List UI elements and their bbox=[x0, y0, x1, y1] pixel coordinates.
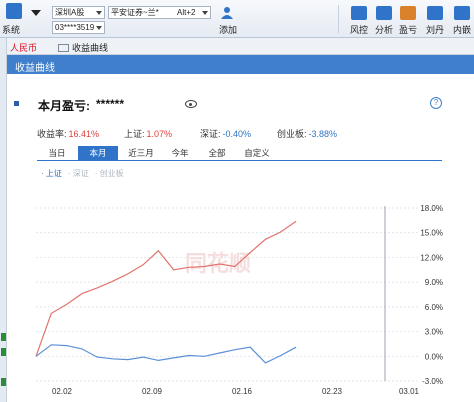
y-tick-label: 9.0% bbox=[425, 278, 443, 287]
toolbar-button-label: 风控 bbox=[349, 25, 368, 35]
profit-line-chart: 18.0% 15.0% 12.0% 9.0% 6.0% 3.0% 0.0% -3.0% 02.0… bbox=[35, 204, 443, 396]
stat-label: 收益率: bbox=[37, 129, 67, 139]
legend-item[interactable]: · 上证 bbox=[41, 169, 62, 178]
chevron-down-icon bbox=[96, 26, 102, 30]
y-tick-label: -3.0% bbox=[422, 377, 443, 386]
month-pnl-value: ****** bbox=[96, 97, 125, 111]
main-toolbar: 系统 深圳A股 平安证券~兰* Alt+2 03****3519 添加 风控 分析… bbox=[0, 0, 474, 38]
toolbar-button-label: 内嵌 bbox=[452, 25, 471, 35]
period-tab[interactable]: 今年 bbox=[163, 146, 197, 160]
system-dropdown-arrow[interactable] bbox=[31, 10, 41, 16]
tab-profit-curve[interactable]: 收益曲线 bbox=[58, 41, 108, 54]
stat-value: -3.88% bbox=[308, 129, 338, 139]
stat-label: 深证: bbox=[200, 129, 221, 139]
broker-select-value: 平安证券~兰* bbox=[111, 8, 159, 17]
y-tick-label: 6.0% bbox=[425, 303, 443, 312]
broker-select[interactable]: 平安证券~兰* Alt+2 bbox=[108, 6, 211, 19]
stat-item: 创业板: -3.88% bbox=[277, 127, 337, 140]
y-tick-label: 18.0% bbox=[420, 204, 443, 213]
chevron-down-icon bbox=[96, 11, 102, 15]
dialog-title: 收益曲线 bbox=[15, 63, 55, 74]
toolbar-button-label: 刘丹 bbox=[425, 25, 444, 35]
y-tick-label: 0.0% bbox=[425, 352, 443, 361]
toolbar-button-0[interactable]: 风控 bbox=[345, 6, 373, 36]
period-tab[interactable]: 全部 bbox=[199, 146, 235, 160]
stat-value: 1.07% bbox=[146, 129, 173, 139]
tab-currency[interactable]: 人民币 bbox=[10, 41, 37, 54]
chart-icon bbox=[58, 44, 69, 52]
stat-item: 上证: 1.07% bbox=[124, 127, 172, 140]
toolbar-button-3[interactable]: 刘丹 bbox=[421, 6, 449, 36]
help-icon[interactable]: ? bbox=[430, 97, 442, 109]
tab-strip: 人民币 收益曲线 bbox=[0, 38, 474, 55]
account-select-value: 03****3519 bbox=[55, 23, 95, 32]
tab-profit-curve-label: 收益曲线 bbox=[72, 43, 109, 53]
add-user-icon bbox=[221, 7, 233, 19]
period-tab[interactable]: 近三月 bbox=[121, 146, 161, 160]
account-select[interactable]: 03****3519 bbox=[52, 21, 105, 34]
y-tick-label: 12.0% bbox=[420, 253, 443, 262]
analysis-icon bbox=[376, 6, 392, 20]
x-tick-label: 02.23 bbox=[322, 387, 343, 396]
period-tab[interactable]: 自定义 bbox=[237, 146, 277, 160]
chart-legend: · 上证 · 深证 · 创业板 bbox=[41, 168, 130, 179]
section-marker bbox=[14, 101, 19, 106]
add-account-label: 添加 bbox=[218, 25, 237, 35]
x-tick-label: 02.02 bbox=[52, 387, 73, 396]
month-pnl-title: 本月盈亏: bbox=[38, 99, 90, 113]
period-tab[interactable]: 本月 bbox=[78, 146, 118, 160]
watermark: 同花顺 bbox=[185, 251, 251, 276]
period-tabs-underline bbox=[37, 160, 442, 161]
x-tick-label: 02.16 bbox=[232, 387, 253, 396]
stat-item: 收益率: 16.41% bbox=[37, 127, 99, 140]
stat-value: 16.41% bbox=[68, 129, 100, 139]
toolbar-separator bbox=[338, 5, 339, 33]
hotkey-label: Alt+2 bbox=[177, 8, 196, 17]
system-label: 系统 bbox=[2, 25, 21, 35]
shield-icon bbox=[351, 6, 367, 20]
embed-icon bbox=[454, 6, 470, 20]
add-account-button[interactable]: 添加 bbox=[214, 6, 242, 36]
user-icon bbox=[427, 6, 443, 20]
series-line-0 bbox=[35, 220, 297, 357]
legend-item[interactable]: · 创业板 bbox=[95, 169, 124, 178]
legend-item[interactable]: · 深证 bbox=[68, 169, 89, 178]
system-menu-button[interactable]: 系统 bbox=[2, 3, 26, 36]
eye-icon[interactable] bbox=[185, 100, 197, 108]
system-icon bbox=[6, 3, 22, 19]
x-tick-label: 02.09 bbox=[142, 387, 163, 396]
series-line-1 bbox=[35, 344, 297, 364]
toolbar-button-2[interactable]: 盈亏 bbox=[394, 6, 422, 36]
period-tab[interactable]: 当日 bbox=[37, 146, 77, 160]
toolbar-button-4[interactable]: 内嵌 bbox=[448, 6, 474, 36]
market-select[interactable]: 深圳A股 bbox=[52, 6, 105, 19]
dialog-title-bar: 收益曲线 bbox=[7, 55, 474, 74]
chevron-down-icon bbox=[202, 11, 208, 15]
toolbar-button-label: 盈亏 bbox=[398, 25, 417, 35]
stat-label: 上证: bbox=[124, 129, 145, 139]
stat-label: 创业板: bbox=[277, 129, 307, 139]
x-tick-label: 03.01 bbox=[399, 387, 420, 396]
y-tick-label: 3.0% bbox=[425, 328, 443, 337]
stat-value: -0.40% bbox=[222, 129, 252, 139]
stat-item: 深证: -0.40% bbox=[200, 127, 251, 140]
market-select-value: 深圳A股 bbox=[55, 8, 85, 17]
profit-icon bbox=[400, 6, 416, 20]
y-tick-label: 15.0% bbox=[420, 229, 443, 238]
